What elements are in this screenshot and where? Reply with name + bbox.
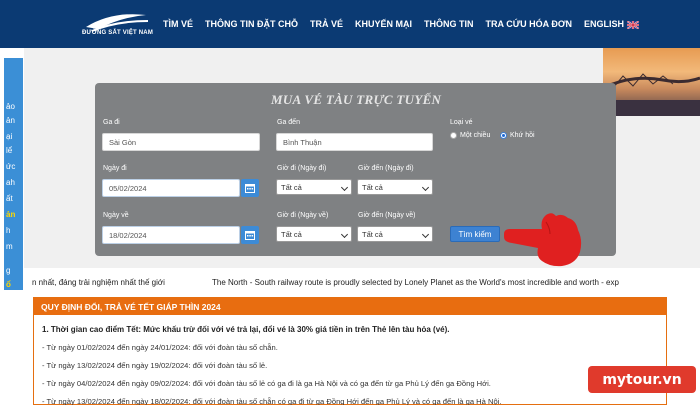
- banner-text: ản: [6, 210, 16, 219]
- nav-booking-info[interactable]: THÔNG TIN ĐẶT CHỖ: [199, 0, 304, 48]
- booking-title: MUA VÉ TÀU TRỰC TUYẾN: [271, 92, 442, 107]
- bridge-photo: [603, 48, 700, 116]
- chevron-down-icon: [421, 230, 430, 239]
- search-button[interactable]: Tìm kiếm: [450, 226, 500, 242]
- nav-find-ticket[interactable]: TÌM VÉ: [157, 0, 199, 48]
- calendar-icon[interactable]: [241, 179, 259, 197]
- banner-text: ổ: [6, 280, 11, 289]
- return-depart-time-label: Giờ đi (Ngày về): [277, 212, 329, 219]
- tet-notice: QUY ĐỊNH ĐỔI, TRẢ VÉ TẾT GIÁP THÌN 2024 …: [33, 297, 667, 405]
- left-banner[interactable]: ảo ản ại lể ức ah ất ản h m g ổ: [4, 58, 23, 290]
- nav-english[interactable]: ENGLISH: [578, 0, 645, 48]
- return-arrive-time-value: Tất cả: [362, 229, 383, 239]
- return-arrive-time-select[interactable]: Tất cả: [357, 226, 433, 242]
- notice-line: - Từ ngày 04/02/2024 đến ngày 09/02/2024…: [42, 379, 491, 388]
- arrive-time-select[interactable]: Tất cả: [357, 179, 433, 195]
- nav-english-label: ENGLISH: [584, 19, 625, 29]
- nav-invoice-lookup[interactable]: TRA CỨU HÓA ĐƠN: [480, 0, 578, 48]
- notice-line: - Từ ngày 01/02/2024 đến ngày 24/01/2024…: [42, 343, 278, 352]
- depart-date-label: Ngày đi: [103, 165, 127, 172]
- round-trip-label: Khứ hồi: [510, 132, 535, 139]
- to-station-input[interactable]: Bình Thuận: [276, 133, 433, 151]
- main-nav: TÌM VÉ THÔNG TIN ĐẶT CHỖ TRẢ VÉ KHUYẾN M…: [157, 0, 645, 48]
- notice-heading: QUY ĐỊNH ĐỔI, TRẢ VÉ TẾT GIÁP THÌN 2024: [34, 298, 666, 315]
- from-label: Ga đi: [103, 119, 120, 126]
- from-station-input[interactable]: Sài Gòn: [102, 133, 260, 151]
- chevron-down-icon: [340, 230, 349, 239]
- return-date-label: Ngày về: [103, 212, 129, 219]
- chevron-down-icon: [421, 183, 430, 192]
- ticket-type-label: Loại vé: [450, 119, 473, 126]
- banner-text: h: [6, 226, 11, 235]
- notice-line: - Từ ngày 13/02/2024 đến ngày 19/02/2024…: [42, 361, 268, 370]
- logo-text: ĐƯỜNG SẮT VIỆT NAM: [82, 30, 154, 36]
- banner-text: ại: [6, 132, 13, 141]
- round-trip-radio[interactable]: [500, 132, 507, 139]
- banner-text: ức: [6, 162, 16, 171]
- nav-promotions[interactable]: KHUYẾN MẠI: [349, 0, 418, 48]
- banner-text: ất: [6, 194, 13, 203]
- bridge-icon: [603, 73, 700, 116]
- one-way-radio[interactable]: [450, 132, 457, 139]
- return-arrive-time-label: Giờ đến (Ngày về): [358, 212, 416, 219]
- depart-time-value: Tất cả: [281, 182, 302, 192]
- one-way-label: Một chiều: [460, 132, 491, 139]
- depart-time-label: Giờ đi (Ngày đi): [277, 165, 327, 172]
- pointing-hand-icon: [504, 213, 582, 267]
- return-depart-time-select[interactable]: Tất cả: [276, 226, 352, 242]
- arrive-time-label: Giờ đến (Ngày đi): [358, 165, 414, 172]
- banner-text: g: [6, 266, 11, 275]
- return-date-input[interactable]: 18/02/2024: [102, 226, 240, 244]
- calendar-icon[interactable]: [241, 226, 259, 244]
- uk-flag-icon: [627, 20, 640, 29]
- banner-text: ah: [6, 178, 15, 187]
- nav-information[interactable]: THÔNG TIN: [418, 0, 480, 48]
- ticker-text-right: The North - South railway route is proud…: [212, 278, 619, 287]
- site-header: ĐƯỜNG SẮT VIỆT NAM TÌM VÉ THÔNG TIN ĐẶT …: [0, 0, 700, 48]
- banner-text: ản: [6, 116, 15, 125]
- return-depart-time-value: Tất cả: [281, 229, 302, 239]
- arrive-time-value: Tất cả: [362, 182, 383, 192]
- banner-text: ảo: [6, 102, 15, 111]
- depart-time-select[interactable]: Tất cả: [276, 179, 352, 195]
- mytour-watermark: mytour.vn: [588, 366, 696, 393]
- news-ticker: n nhất, đáng trải nghiệm nhất thế giới T…: [24, 272, 700, 292]
- chevron-down-icon: [340, 183, 349, 192]
- ticker-text-left: n nhất, đáng trải nghiệm nhất thế giới: [32, 278, 165, 287]
- notice-line: 1. Thời gian cao điểm Tết: Mức khấu trừ …: [42, 325, 450, 334]
- banner-text: lể: [6, 146, 13, 155]
- banner-text: m: [6, 242, 13, 251]
- to-label: Ga đến: [277, 119, 300, 126]
- depart-date-input[interactable]: 05/02/2024: [102, 179, 240, 197]
- notice-line: - Từ ngày 13/02/2024 đến ngày 18/02/2024…: [42, 397, 502, 405]
- nav-return-ticket[interactable]: TRẢ VÉ: [304, 0, 349, 48]
